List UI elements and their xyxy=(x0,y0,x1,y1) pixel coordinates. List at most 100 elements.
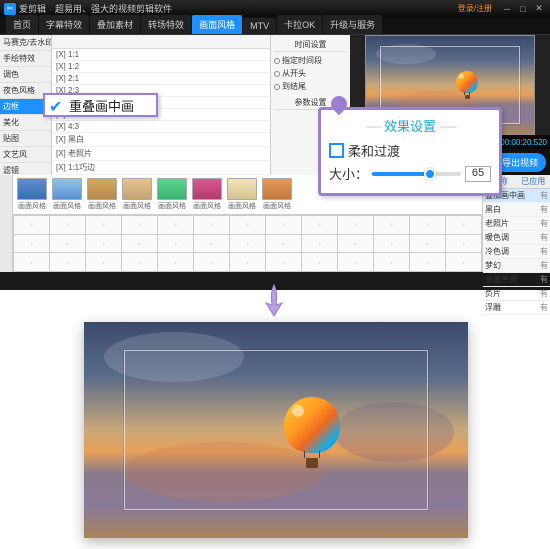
clip-grid[interactable]: ››››››››››››››››››››››››››››››››››››››› xyxy=(13,215,482,272)
radio-1[interactable]: 从开头 xyxy=(274,67,347,80)
tab-7[interactable]: 升级与服务 xyxy=(323,15,382,34)
grid-cell[interactable]: › xyxy=(338,253,373,271)
balloon-icon xyxy=(456,71,478,101)
grid-cell[interactable]: › xyxy=(122,216,157,234)
slider-knob[interactable] xyxy=(424,168,436,180)
thumbnail[interactable]: 画面风格 xyxy=(226,178,258,211)
check-icon: ✔ xyxy=(49,97,65,113)
soft-transition-checkbox[interactable] xyxy=(329,143,344,158)
minimize-icon[interactable]: ─ xyxy=(500,3,514,15)
list-item[interactable]: [X] 2:1 xyxy=(52,73,270,85)
grid-cell[interactable]: › xyxy=(158,216,193,234)
grid-cell[interactable]: › xyxy=(446,235,481,253)
thumbnail[interactable]: 画面风格 xyxy=(156,178,188,211)
close-icon[interactable]: ✕ xyxy=(532,3,546,15)
app-subtitle: 超易用、强大的视频剪辑软件 xyxy=(55,2,172,15)
tab-0[interactable]: 首页 xyxy=(6,15,38,34)
time-settings-head: 时间设置 xyxy=(274,38,347,52)
grid-cell[interactable]: › xyxy=(302,216,337,234)
grid-cell[interactable]: › xyxy=(446,216,481,234)
list-item[interactable]: [X] 1:1巧边 xyxy=(52,161,270,175)
grid-cell[interactable]: › xyxy=(374,235,409,253)
grid-cell[interactable]: › xyxy=(446,253,481,271)
grid-cell[interactable]: › xyxy=(194,235,229,253)
list-item[interactable]: [X] 黑白 xyxy=(52,133,270,147)
grid-cell[interactable]: › xyxy=(410,216,445,234)
size-slider[interactable] xyxy=(372,172,461,176)
sidebar-item-0[interactable]: 马赛克/去水印 xyxy=(0,35,51,51)
tab-4[interactable]: 画面风格 xyxy=(192,15,242,34)
user-login-link[interactable]: 登录/注册 xyxy=(458,3,492,14)
thumbnail[interactable]: 画面风格 xyxy=(51,178,83,211)
grid-cell[interactable]: › xyxy=(86,235,121,253)
grid-cell[interactable]: › xyxy=(194,216,229,234)
grid-cell[interactable]: › xyxy=(302,235,337,253)
effect-row[interactable]: 梦幻有 xyxy=(483,259,550,273)
tab-5[interactable]: MTV xyxy=(243,18,276,34)
callout-label: 重叠画中画 xyxy=(69,96,134,115)
grid-cell[interactable]: › xyxy=(338,216,373,234)
thumbnail[interactable]: 画面风格 xyxy=(86,178,118,211)
soft-transition-label: 柔和过渡 xyxy=(348,141,400,160)
grid-cell[interactable]: › xyxy=(266,253,301,271)
thumbnail[interactable]: 画面风格 xyxy=(191,178,223,211)
sidebar-item-8[interactable]: 滤镜 xyxy=(0,163,51,175)
balloon-icon xyxy=(284,397,340,473)
list-item[interactable]: [X] 1:1 xyxy=(52,49,270,61)
grid-cell[interactable]: › xyxy=(158,235,193,253)
grid-cell[interactable]: › xyxy=(50,235,85,253)
thumbnail[interactable]: 画面风格 xyxy=(261,178,293,211)
grid-cell[interactable]: › xyxy=(230,235,265,253)
grid-cell[interactable]: › xyxy=(302,253,337,271)
list-item[interactable]: [X] 1:2 xyxy=(52,61,270,73)
grid-cell[interactable]: › xyxy=(338,235,373,253)
effect-row[interactable]: 负片有 xyxy=(483,287,550,301)
tab-2[interactable]: 叠加素材 xyxy=(90,15,140,34)
grid-cell[interactable]: › xyxy=(122,253,157,271)
radio-2[interactable]: 到结尾 xyxy=(274,80,347,93)
size-value-input[interactable]: 65 xyxy=(465,166,491,182)
grid-cell[interactable]: › xyxy=(50,253,85,271)
grid-cell[interactable]: › xyxy=(14,253,49,271)
grid-cell[interactable]: › xyxy=(50,216,85,234)
effect-row[interactable]: 冷色调有 xyxy=(483,245,550,259)
main-tabs: 首页字幕特效叠加素材转场特效画面风格MTV卡拉OK升级与服务 xyxy=(0,17,550,35)
sidebar-item-2[interactable]: 调色 xyxy=(0,67,51,83)
sidebar-item-5[interactable]: 美化 xyxy=(0,115,51,131)
grid-cell[interactable]: › xyxy=(14,235,49,253)
arrow-down-icon xyxy=(260,283,288,317)
effect-row[interactable]: 浮雕有 xyxy=(483,301,550,315)
list-item[interactable]: [X] 老照片 xyxy=(52,147,270,161)
sidebar-item-6[interactable]: 贴图 xyxy=(0,131,51,147)
grid-cell[interactable]: › xyxy=(14,216,49,234)
grid-cell[interactable]: › xyxy=(230,253,265,271)
thumbnail[interactable]: 画面风格 xyxy=(16,178,48,211)
grid-cell[interactable]: › xyxy=(122,235,157,253)
grid-cell[interactable]: › xyxy=(410,235,445,253)
tab-3[interactable]: 转场特效 xyxy=(141,15,191,34)
sidebar-item-1[interactable]: 手绘特效 xyxy=(0,51,51,67)
grid-cell[interactable]: › xyxy=(410,253,445,271)
track-head xyxy=(0,175,13,272)
sidebar-item-7[interactable]: 文艺风 xyxy=(0,147,51,163)
pip-frame xyxy=(124,350,428,510)
effect-row[interactable]: 老照片有 xyxy=(483,217,550,231)
effect-row[interactable]: 暖色调有 xyxy=(483,231,550,245)
list-item[interactable]: [X] 4:3 xyxy=(52,121,270,133)
grid-cell[interactable]: › xyxy=(158,253,193,271)
grid-cell[interactable]: › xyxy=(194,253,229,271)
maximize-icon[interactable]: □ xyxy=(516,3,530,15)
grid-cell[interactable]: › xyxy=(374,216,409,234)
grid-cell[interactable]: › xyxy=(86,216,121,234)
grid-cell[interactable]: › xyxy=(266,216,301,234)
tab-6[interactable]: 卡拉OK xyxy=(277,15,322,34)
grid-cell[interactable]: › xyxy=(86,253,121,271)
effect-row[interactable]: 黑白有 xyxy=(483,203,550,217)
grid-cell[interactable]: › xyxy=(230,216,265,234)
thumbnail[interactable]: 画面风格 xyxy=(121,178,153,211)
grid-cell[interactable]: › xyxy=(374,253,409,271)
tab-1[interactable]: 字幕特效 xyxy=(39,15,89,34)
effect-row[interactable]: 水墨色调有 xyxy=(483,273,550,287)
radio-0[interactable]: 指定时间段 xyxy=(274,54,347,67)
grid-cell[interactable]: › xyxy=(266,235,301,253)
